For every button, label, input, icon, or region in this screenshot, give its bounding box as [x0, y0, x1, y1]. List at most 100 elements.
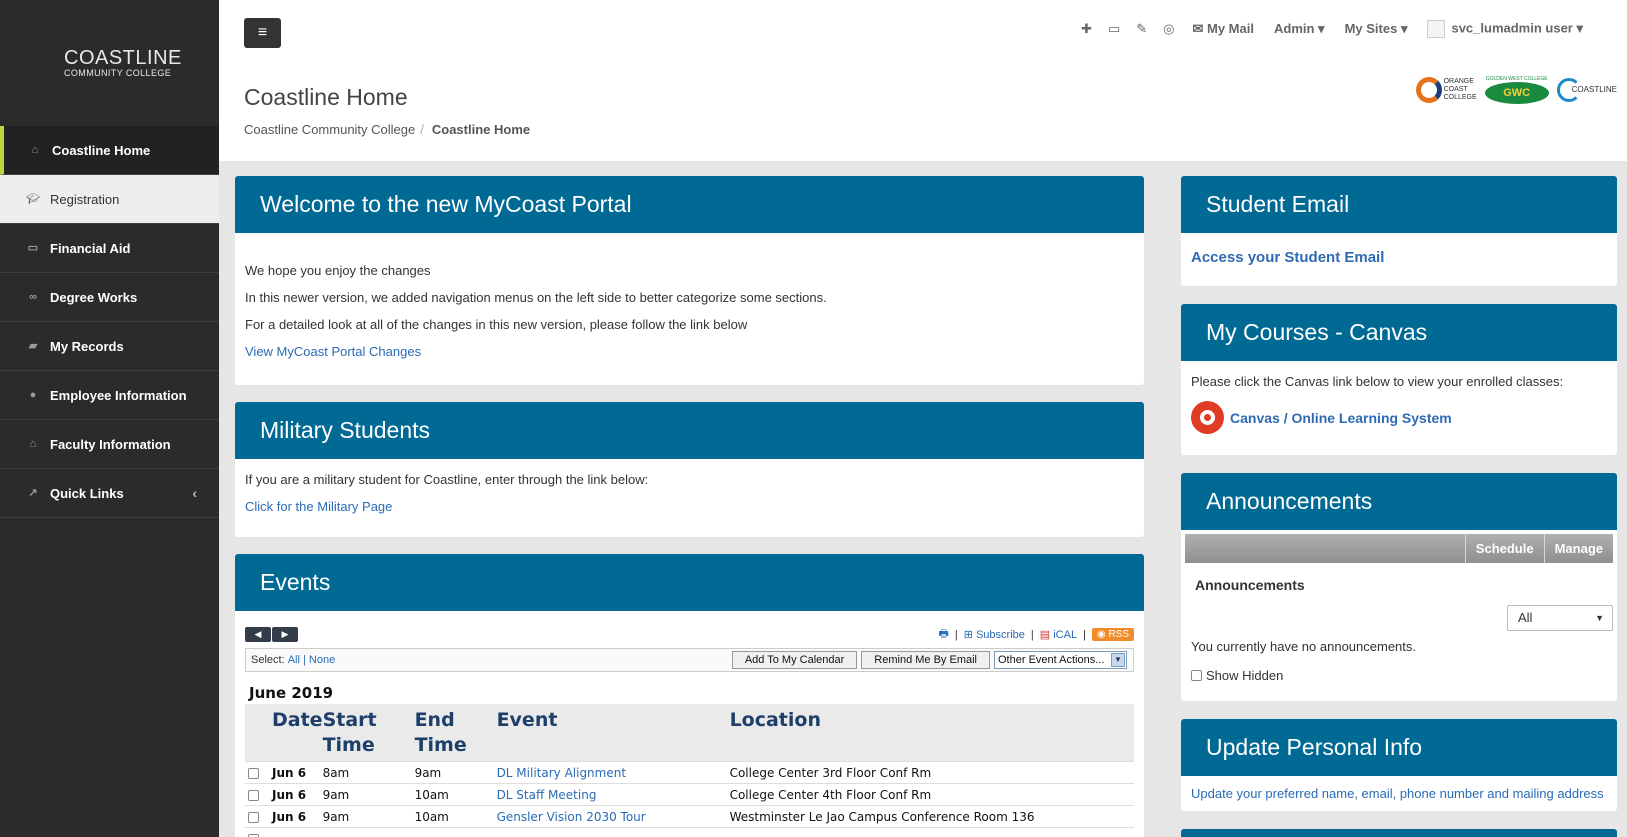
sidebar-item-employee-information[interactable]: ● Employee Information: [0, 371, 219, 420]
rss-button[interactable]: ◉ RSS: [1091, 628, 1134, 641]
event-link[interactable]: Gensler Vision 2030 Tour: [497, 810, 646, 824]
sidebar-item-degree-works[interactable]: ∞ Degree Works: [0, 273, 219, 322]
subscribe-label: Subscribe: [975, 629, 1025, 641]
table-row: [245, 827, 1134, 837]
event-checkbox[interactable]: [248, 811, 259, 823]
sidebar: COASTLINE COMMUNITY COLLEGE ⌂ Coastline …: [0, 0, 219, 837]
user-icon: ●: [29, 389, 37, 401]
event-location: College Center 4th Floor Conf Rm: [729, 783, 1134, 806]
remind-by-email-button[interactable]: Remind Me By Email: [861, 651, 990, 669]
plus-icon[interactable]: ✚: [1081, 21, 1092, 37]
canvas-link[interactable]: Canvas / Online Learning System: [1230, 410, 1452, 426]
sidebar-item-registration[interactable]: 🎓︎ Registration: [0, 175, 219, 224]
access-student-email-link[interactable]: Access your Student Email: [1191, 249, 1384, 266]
sidebar-item-label: Faculty Information: [50, 436, 171, 452]
manage-button[interactable]: Manage: [1543, 534, 1613, 563]
coastline-college-logo[interactable]: COASTLINE: [1556, 74, 1617, 106]
welcome-panel: Welcome to the new MyCoast Portal We hop…: [235, 176, 1144, 385]
announcements-panel: Announcements Schedule Manage Announceme…: [1181, 473, 1617, 701]
event-end: 10am: [414, 805, 497, 828]
welcome-panel-header: Welcome to the new MyCoast Portal: [235, 176, 1144, 233]
my-mail-label: My Mail: [1207, 21, 1254, 36]
my-mail-link[interactable]: ✉ My Mail: [1193, 21, 1254, 37]
coastline-logo[interactable]: COASTLINE COMMUNITY COLLEGE: [0, 0, 219, 126]
rss-icon: ◉: [1096, 629, 1109, 640]
table-row: Jun 6 8am 9am DL Military Alignment Coll…: [245, 761, 1134, 784]
update-personal-info-link[interactable]: Update your preferred name, email, phone…: [1191, 786, 1604, 801]
sidebar-item-label: Degree Works: [50, 289, 138, 305]
other-event-actions-select[interactable]: Other Event Actions... ▼: [994, 651, 1127, 669]
edit-icon[interactable]: ✎: [1136, 21, 1147, 37]
sidebar-item-my-records[interactable]: ▰ My Records: [0, 322, 219, 371]
next-panel-header: [1181, 829, 1617, 837]
sidebar-item-financial-aid[interactable]: ▭ Financial Aid: [0, 224, 219, 273]
event-date: Jun 6: [272, 805, 323, 828]
table-row: Jun 6 9am 10am Gensler Vision 2030 Tour …: [245, 805, 1134, 828]
filter-value: All: [1518, 610, 1533, 625]
sidebar-item-quick-links[interactable]: ↗ Quick Links ‹: [0, 469, 219, 518]
personal-info-header: Update Personal Info: [1181, 719, 1617, 776]
next-arrow-button[interactable]: ▶: [272, 627, 298, 642]
occ-line2: COAST: [1443, 86, 1468, 93]
event-link[interactable]: DL Military Alignment: [497, 766, 627, 780]
desktop-icon[interactable]: ▭: [1108, 21, 1120, 37]
eye-slash-icon[interactable]: ◎: [1163, 21, 1174, 37]
add-to-calendar-button[interactable]: Add To My Calendar: [731, 651, 858, 669]
top-navigation: ✚ ▭ ✎ ◎ ✉ My Mail Admin ▾ My Sites ▾ svc…: [1073, 20, 1593, 38]
welcome-title: Welcome to the new MyCoast Portal: [260, 191, 632, 217]
caret-down-icon: ▼: [1595, 613, 1604, 623]
announcement-filter-select[interactable]: All ▼: [1507, 605, 1613, 631]
events-panel: Events ◀ ▶ 🖶︎ | ⊞ Subscribe | ▤ iCAL | ◉ RS…: [235, 554, 1144, 837]
admin-menu[interactable]: Admin ▾: [1274, 21, 1325, 37]
military-panel: Military Students If you are a military …: [235, 402, 1144, 537]
orange-coast-college-logo[interactable]: ORANGE COAST COLLEGE: [1415, 74, 1477, 106]
event-checkbox[interactable]: [248, 767, 259, 779]
caret-down-icon: ▾: [1314, 21, 1325, 36]
other-actions-value: Other Event Actions...: [998, 654, 1105, 666]
sidebar-item-coastline-home[interactable]: ⌂ Coastline Home: [0, 126, 219, 175]
event-end: 10am: [414, 783, 497, 806]
hamburger-menu-button[interactable]: ≡: [244, 18, 281, 48]
breadcrumb: Coastline Community College / Coastline Ho…: [244, 122, 530, 137]
user-menu[interactable]: svc_lumadmin user ▾: [1427, 20, 1583, 38]
calendar-icon: ▤: [1039, 629, 1051, 641]
occ-line3: COLLEGE: [1443, 94, 1477, 101]
view-portal-changes-link[interactable]: View MyCoast Portal Changes: [245, 344, 1134, 359]
admin-label: Admin: [1273, 21, 1315, 36]
my-sites-menu[interactable]: My Sites ▾: [1345, 21, 1408, 37]
select-none-link[interactable]: None: [309, 654, 335, 666]
event-checkbox[interactable]: [248, 789, 259, 801]
avatar: [1427, 20, 1446, 38]
envelope-icon: ✉: [1192, 21, 1208, 36]
breadcrumb-item[interactable]: Coastline Community College: [244, 122, 415, 137]
no-announcements-text: You currently have no announcements.: [1191, 639, 1417, 654]
military-page-link[interactable]: Click for the Military Page: [245, 499, 1134, 514]
select-all-link[interactable]: All: [288, 654, 300, 666]
courses-text: Please click the Canvas link below to vi…: [1191, 374, 1564, 389]
previous-arrow-button[interactable]: ◀: [245, 627, 271, 642]
golden-west-college-logo[interactable]: GOLDEN WEST COLLEGE GWC: [1484, 74, 1549, 106]
sidebar-item-faculty-information[interactable]: ⌂ Faculty Information: [0, 420, 219, 469]
event-start: 9am: [322, 783, 415, 806]
event-link[interactable]: DL Staff Meeting: [497, 788, 597, 802]
personal-info-title: Update Personal Info: [1206, 734, 1423, 760]
event-selection-bar: Select: All | None Add To My Calendar Re…: [245, 648, 1134, 672]
print-icon[interactable]: 🖶︎: [938, 625, 948, 644]
column-header-location: Location: [729, 704, 1134, 762]
show-hidden-label: Show Hidden: [1206, 668, 1284, 683]
folder-open-icon: ▰: [28, 340, 38, 352]
sidebar-item-label: Employee Information: [50, 387, 187, 403]
breadcrumb-separator: /: [420, 122, 424, 137]
schedule-button[interactable]: Schedule: [1464, 534, 1544, 563]
show-hidden-checkbox[interactable]: [1191, 670, 1202, 681]
column-header-start-time: Start Time: [322, 704, 415, 762]
events-header-row: Date Start Time End Time Event Location: [245, 704, 1134, 762]
sidebar-item-label: Registration: [50, 191, 120, 207]
student-email-header: Student Email: [1181, 176, 1617, 233]
binoculars-icon: ∞: [29, 291, 37, 303]
chevron-left-icon[interactable]: ‹: [192, 485, 197, 501]
subscribe-link[interactable]: ⊞ Subscribe: [964, 628, 1025, 641]
ical-link[interactable]: ▤ iCAL: [1040, 628, 1077, 641]
event-location: College Center 3rd Floor Conf Rm: [729, 761, 1134, 784]
my-courses-title: My Courses - Canvas: [1206, 319, 1428, 345]
